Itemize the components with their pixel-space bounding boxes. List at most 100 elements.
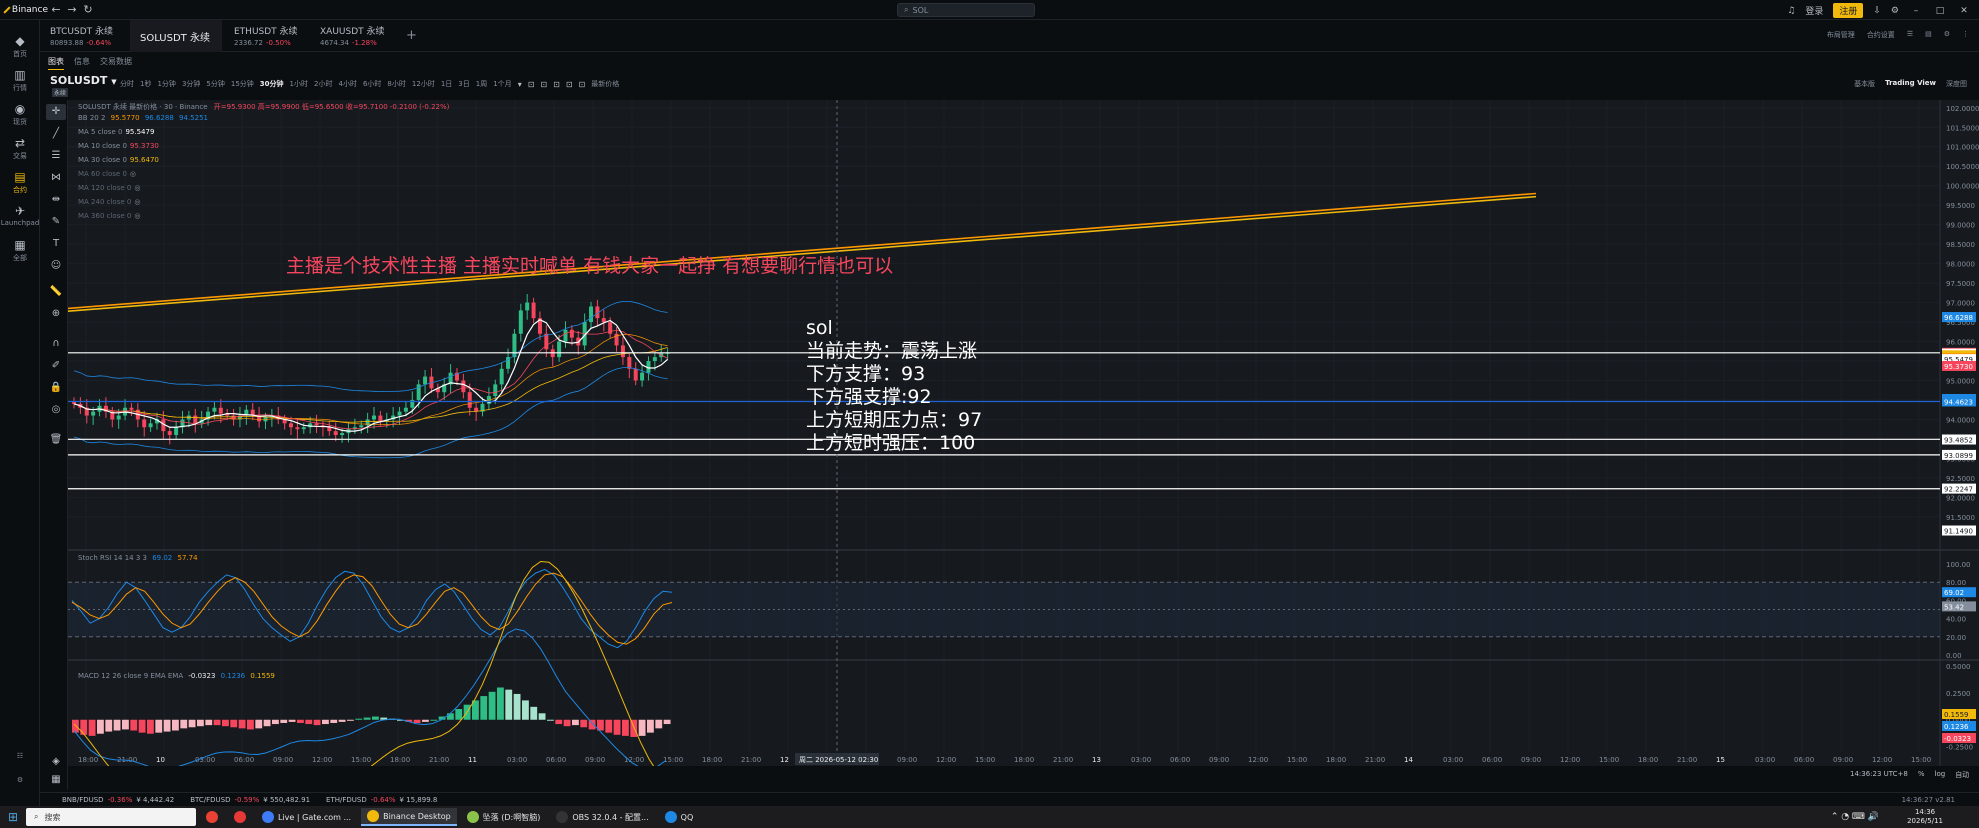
- interval-16[interactable]: 1个月: [493, 79, 511, 89]
- interval-12[interactable]: 12小时: [412, 79, 435, 89]
- pattern-icon[interactable]: ⋈: [46, 170, 66, 186]
- chevron-down-icon[interactable]: ▾: [518, 80, 522, 89]
- refresh-icon[interactable]: ↻: [80, 3, 96, 16]
- taskbar-app-2[interactable]: Live | Gate.com ...: [256, 808, 357, 826]
- sidebar-item-6[interactable]: ▦ 全部: [0, 238, 40, 263]
- tab-2[interactable]: ETHUSDT 永续 2336.72 -0.50%: [224, 20, 308, 52]
- taskbar-app-0[interactable]: [200, 808, 224, 826]
- interval-8[interactable]: 2小时: [314, 79, 332, 89]
- ticker-item[interactable]: BTC/FDUSD -0.59% ¥ 550,482.91: [190, 796, 310, 804]
- interval-4[interactable]: 5分钟: [206, 79, 224, 89]
- ruler-icon[interactable]: 📏: [46, 284, 66, 300]
- tab-1[interactable]: SOLUSDT 永续: [130, 20, 222, 52]
- horizontal-lines-icon[interactable]: ☰: [46, 148, 66, 164]
- channel-icon[interactable]: ⇹: [46, 192, 66, 208]
- sidebar-item-4[interactable]: ▤ 合约: [0, 170, 40, 195]
- ticker-item[interactable]: ETH/FDUSD -0.64% ¥ 15,899.8: [326, 796, 437, 804]
- notification-icon[interactable]: ♫: [1787, 6, 1795, 16]
- indicators-icon[interactable]: ⊡: [540, 80, 547, 89]
- replay-icon[interactable]: ⊡: [566, 80, 573, 89]
- interval-3[interactable]: 3分钟: [182, 79, 200, 89]
- register-button[interactable]: 注册: [1833, 3, 1864, 18]
- ticker-item[interactable]: BNB/FDUSD -0.36% ¥ 4,442.42: [62, 796, 174, 804]
- subtab-trade-data[interactable]: 交易数据: [100, 56, 132, 70]
- price-type-select[interactable]: 最新价格: [591, 79, 619, 89]
- chart-area[interactable]: 102.0000 101.5000 101.0000 100.5000 100.0000…: [68, 100, 1979, 766]
- sidebar-item-0[interactable]: ◆ 首页: [0, 34, 40, 59]
- interval-7[interactable]: 1小时: [290, 79, 308, 89]
- search-input[interactable]: ⌕ SOL: [897, 3, 1035, 17]
- minimize-button[interactable]: –: [1909, 6, 1923, 16]
- sidebar-item-2[interactable]: ◉ 现货: [0, 102, 40, 127]
- tab-3[interactable]: XAUUSDT 永续 4674.34 -1.28%: [310, 20, 395, 52]
- login-link[interactable]: 登录: [1805, 4, 1823, 17]
- taskbar-app-6[interactable]: QQ: [659, 808, 700, 826]
- eye-off-icon[interactable]: ◎: [130, 170, 136, 178]
- brush-icon[interactable]: ✎: [46, 214, 66, 230]
- eye-icon[interactable]: ◎: [46, 402, 66, 418]
- percent-toggle[interactable]: %: [1918, 770, 1925, 780]
- interval-5[interactable]: 15分钟: [231, 79, 254, 89]
- more-icon[interactable]: ⋮: [1962, 30, 1969, 40]
- taskbar-app-4[interactable]: 坠落 (D:啊智脑): [461, 808, 547, 826]
- bar-style-icon[interactable]: ⊡: [528, 80, 535, 89]
- taskbar-app-1[interactable]: [228, 808, 252, 826]
- auto-toggle[interactable]: 自动: [1955, 770, 1969, 780]
- maximize-button[interactable]: □: [1933, 6, 1947, 16]
- log-toggle[interactable]: log: [1935, 770, 1946, 780]
- interval-0[interactable]: 分时: [120, 79, 134, 89]
- sidebar-settings-icon[interactable]: ⚙: [0, 776, 40, 784]
- subtab-info[interactable]: 信息: [74, 56, 90, 70]
- close-button[interactable]: ✕: [1957, 6, 1971, 16]
- panel-icon[interactable]: ▤: [1925, 30, 1932, 40]
- interval-11[interactable]: 8小时: [387, 79, 405, 89]
- sidebar-item-3[interactable]: ⇄ 交易: [0, 136, 40, 161]
- trash-icon[interactable]: 🗑: [46, 432, 66, 448]
- eye-off-icon[interactable]: ◎: [134, 212, 140, 220]
- screenshot-icon[interactable]: ⊡: [553, 80, 560, 89]
- alert-icon[interactable]: ⊡: [579, 80, 586, 89]
- windows-start-icon[interactable]: ⊞: [0, 810, 26, 824]
- futures-settings-link[interactable]: 合约设置: [1867, 30, 1895, 40]
- layout-manage-link[interactable]: 布局管理: [1827, 30, 1855, 40]
- interval-14[interactable]: 3日: [458, 79, 469, 89]
- list-icon[interactable]: ☰: [1907, 30, 1913, 40]
- pencil-lock-icon[interactable]: ✐: [46, 358, 66, 374]
- view-depth[interactable]: 深度图: [1946, 79, 1967, 89]
- tab-0[interactable]: BTCUSDT 永续 80893.88 -0.64%: [40, 20, 123, 52]
- taskbar-app-3[interactable]: Binance Desktop: [361, 808, 457, 826]
- sidebar-item-5[interactable]: ✈ Launchpad: [0, 204, 40, 227]
- interval-10[interactable]: 6小时: [363, 79, 381, 89]
- layers-icon[interactable]: ◈: [46, 754, 66, 770]
- emoji-icon[interactable]: ☺: [46, 258, 66, 274]
- view-tradingview[interactable]: Trading View: [1885, 79, 1936, 89]
- lock-icon[interactable]: 🔒: [46, 380, 66, 396]
- sidebar-item-1[interactable]: ▥ 行情: [0, 68, 40, 93]
- zoom-icon[interactable]: ⊕: [46, 306, 66, 322]
- settings-gear-icon[interactable]: ⚙: [1891, 6, 1899, 16]
- subtab-chart[interactable]: 图表: [48, 56, 64, 70]
- back-arrow-icon[interactable]: ←: [48, 3, 64, 16]
- sidebar-list-icon[interactable]: ☷: [0, 752, 40, 760]
- view-basic[interactable]: 基本版: [1854, 79, 1875, 89]
- magnet-icon[interactable]: ∩: [46, 336, 66, 352]
- interval-2[interactable]: 1分钟: [157, 79, 175, 89]
- interval-13[interactable]: 1日: [441, 79, 452, 89]
- interval-9[interactable]: 4小时: [338, 79, 356, 89]
- price-chart-svg[interactable]: 102.0000101.5000101.0000100.5000100.0000…: [68, 100, 1979, 766]
- text-tool-icon[interactable]: T: [46, 236, 66, 252]
- calendar-icon[interactable]: ▦: [46, 772, 66, 788]
- interval-1[interactable]: 1秒: [140, 79, 151, 89]
- eye-off-icon[interactable]: ◎: [134, 184, 140, 192]
- interval-6[interactable]: 30分钟: [260, 79, 284, 89]
- forward-arrow-icon[interactable]: →: [64, 3, 80, 16]
- interval-15[interactable]: 1周: [476, 79, 487, 89]
- crosshair-icon[interactable]: ✛: [46, 104, 66, 120]
- gear-icon[interactable]: ⚙: [1944, 30, 1950, 40]
- add-tab-plus-icon[interactable]: +: [406, 28, 417, 43]
- taskbar-app-5[interactable]: OBS 32.0.4 - 配置...: [550, 808, 654, 826]
- taskbar-search[interactable]: ⌕ 搜索: [26, 808, 196, 826]
- symbol-selector[interactable]: SOLUSDT ▼: [50, 74, 117, 87]
- download-icon[interactable]: ⇩: [1873, 6, 1881, 16]
- trendline-icon[interactable]: ╱: [46, 126, 66, 142]
